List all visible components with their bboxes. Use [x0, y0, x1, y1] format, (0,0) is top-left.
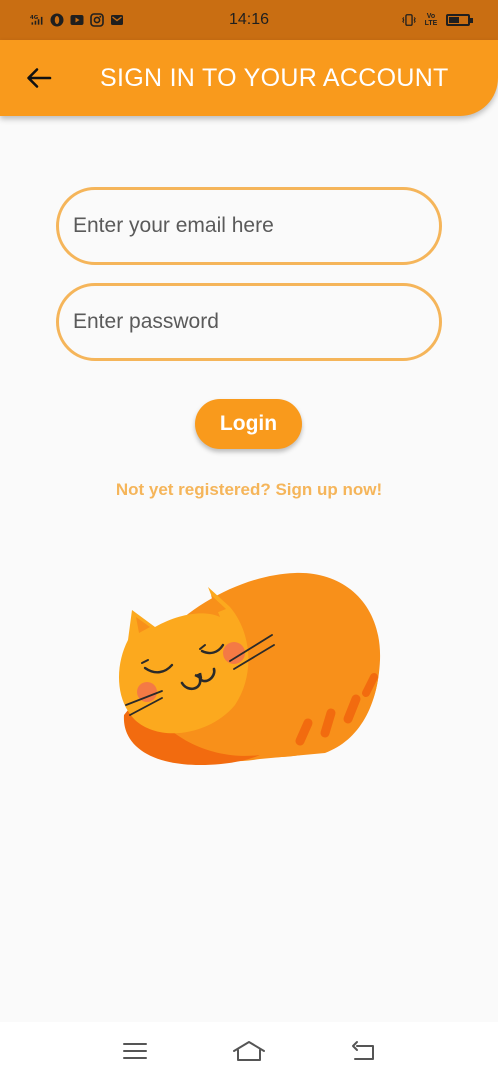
app-bar: SIGN IN TO YOUR ACCOUNT — [0, 40, 498, 116]
signal-icon: 4G — [30, 13, 44, 27]
signup-link[interactable]: Not yet registered? Sign up now! — [0, 480, 498, 500]
volte-icon: Vo LTE — [424, 13, 438, 27]
svg-text:4G: 4G — [30, 15, 39, 21]
vibrate-icon — [402, 13, 416, 27]
battery-icon — [446, 14, 473, 26]
system-nav-bar — [0, 1022, 498, 1080]
password-field[interactable] — [73, 310, 439, 334]
opera-icon — [50, 13, 64, 27]
battery-level — [449, 17, 459, 23]
login-button[interactable]: Login — [195, 399, 302, 449]
back-icon — [352, 1041, 374, 1060]
back-button[interactable] — [14, 53, 64, 103]
email-field-container — [56, 187, 442, 265]
back-nav-button[interactable] — [343, 1036, 383, 1066]
status-bar: 4G 14:16 Vo LTE — [0, 0, 498, 40]
mail-icon — [110, 13, 124, 27]
home-icon — [233, 1041, 265, 1061]
email-field[interactable] — [73, 214, 439, 238]
instagram-icon — [90, 13, 104, 27]
page-title: SIGN IN TO YOUR ACCOUNT — [100, 63, 449, 92]
status-right-icons: Vo LTE — [402, 13, 473, 27]
sleeping-cat-illustration — [118, 572, 381, 765]
menu-icon — [123, 1043, 147, 1059]
menu-button[interactable] — [115, 1036, 155, 1066]
arrow-left-icon — [27, 68, 52, 88]
home-button[interactable] — [229, 1036, 269, 1066]
password-field-container — [56, 283, 442, 361]
status-left-icons: 4G — [30, 13, 124, 27]
youtube-icon — [70, 13, 84, 27]
